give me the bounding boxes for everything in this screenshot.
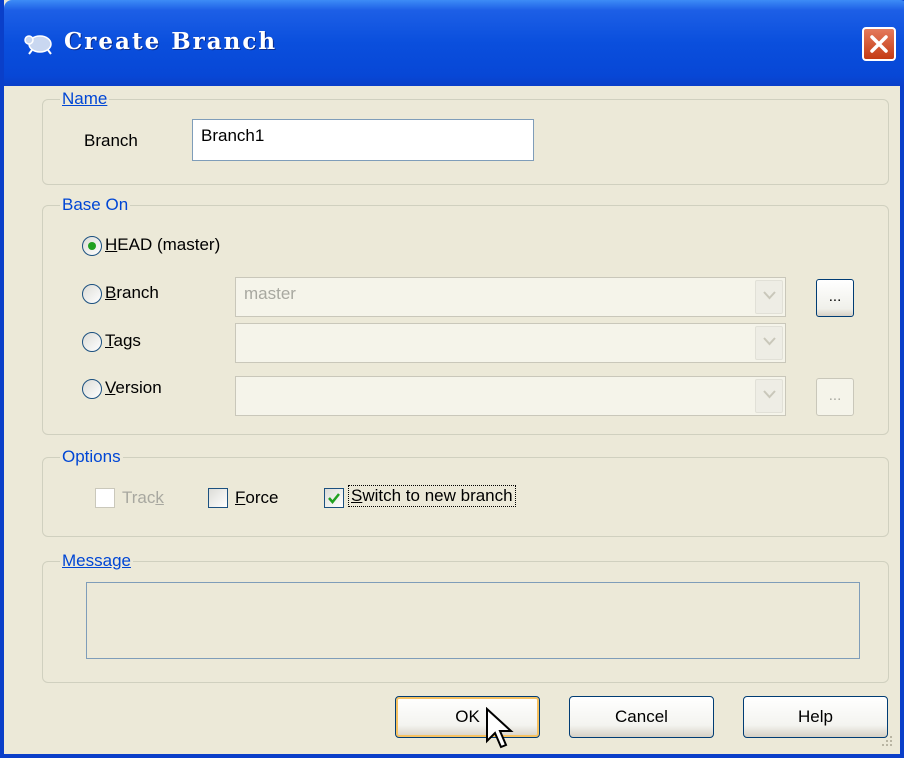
tags-radio[interactable] <box>82 332 102 352</box>
title-bar[interactable]: Create Branch <box>4 0 904 86</box>
tags-radio-label[interactable]: Tags <box>105 331 141 351</box>
branch-name-label: Branch <box>84 131 138 150</box>
message-group-label: Message <box>60 551 133 571</box>
track-checkbox-label: Track <box>122 488 164 507</box>
version-browse-button[interactable]: ... <box>816 378 854 416</box>
switch-branch-checkbox-label[interactable]: Switch to new branch <box>348 485 516 507</box>
checkmark-icon <box>328 493 340 504</box>
head-radio-label[interactable]: HEAD (master) <box>105 235 220 255</box>
branch-radio-label[interactable]: Branch <box>105 283 159 303</box>
branch-combo[interactable]: master <box>235 277 786 317</box>
message-input[interactable] <box>86 582 860 659</box>
close-icon <box>870 35 888 53</box>
help-button[interactable]: Help <box>743 696 888 738</box>
cancel-button[interactable]: Cancel <box>569 696 714 738</box>
switch-branch-checkbox[interactable] <box>324 488 344 508</box>
base-on-group-label: Base On <box>60 195 131 215</box>
force-checkbox-label[interactable]: Force <box>235 488 278 508</box>
branch-radio[interactable] <box>82 284 102 304</box>
resize-grip-icon[interactable] <box>880 734 894 748</box>
tortoisegit-icon <box>24 35 52 55</box>
chevron-down-icon <box>763 337 776 346</box>
track-checkbox[interactable] <box>95 488 115 508</box>
options-group-label: Options <box>60 447 123 467</box>
branch-browse-button[interactable]: ... <box>816 279 854 317</box>
tags-combo[interactable] <box>235 323 786 363</box>
branch-name-input[interactable]: Branch1 <box>192 119 534 161</box>
mouse-cursor-icon <box>486 707 514 749</box>
ok-button[interactable]: OK <box>395 696 540 738</box>
create-branch-dialog: Create Branch Name Branch Branch1 Base O… <box>0 0 904 758</box>
version-radio[interactable] <box>82 379 102 399</box>
chevron-down-icon <box>763 390 776 399</box>
version-combo[interactable] <box>235 376 786 416</box>
head-radio[interactable] <box>82 236 102 256</box>
force-checkbox[interactable] <box>208 488 228 508</box>
close-button[interactable] <box>862 27 896 61</box>
chevron-down-icon <box>763 291 776 300</box>
name-group-label: Name <box>60 89 110 109</box>
version-radio-label[interactable]: Version <box>105 378 162 398</box>
dialog-title: Create Branch <box>64 28 278 55</box>
